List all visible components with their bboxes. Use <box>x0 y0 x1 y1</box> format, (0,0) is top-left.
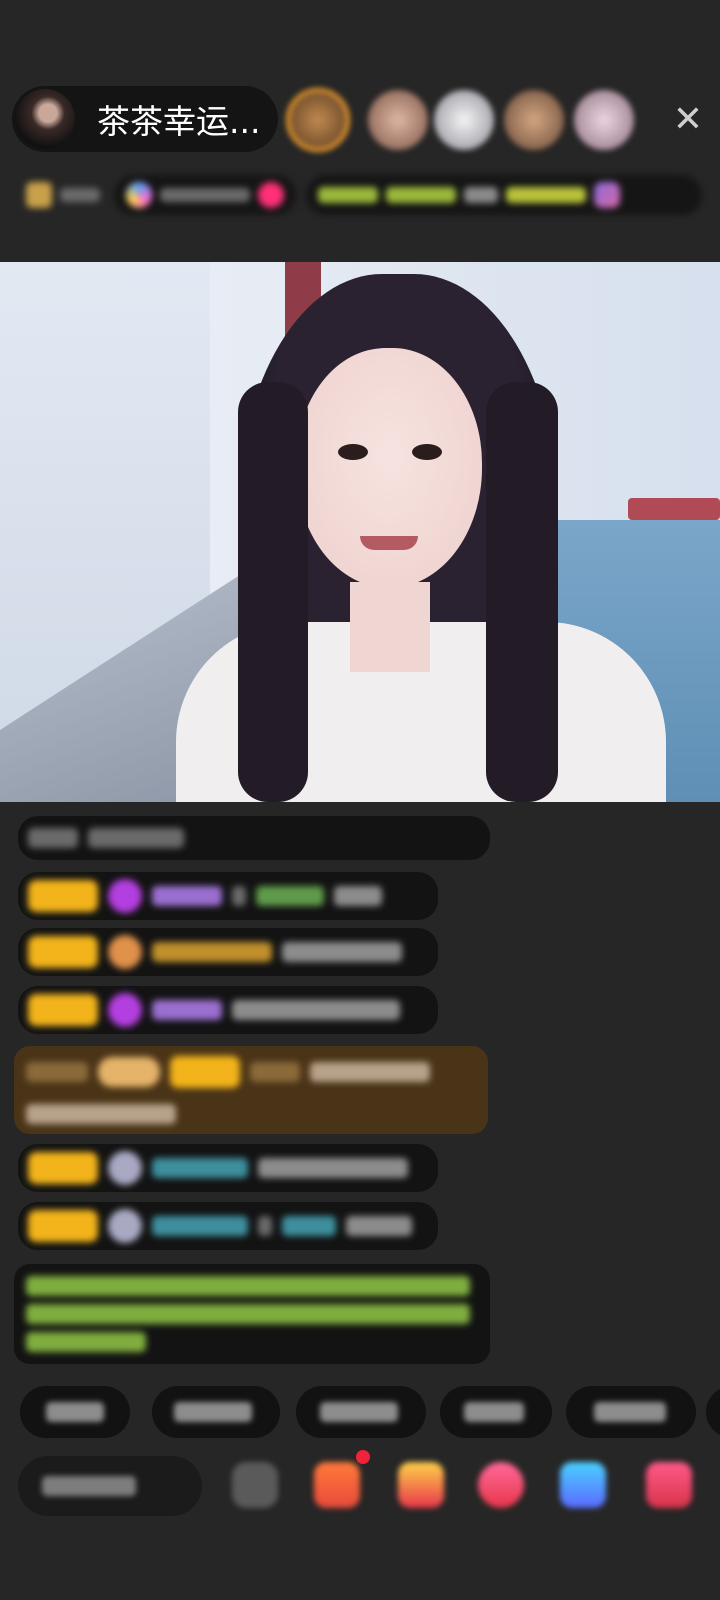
close-icon[interactable]: ✕ <box>668 100 708 140</box>
streamer-eye <box>412 444 442 460</box>
lips-icon[interactable] <box>478 1462 524 1508</box>
gem-icon <box>108 993 142 1027</box>
streamer-hair-right <box>486 382 558 802</box>
level-badge <box>28 1152 98 1184</box>
viewer-avatar[interactable] <box>286 88 350 152</box>
treasure-icon[interactable] <box>398 1462 444 1508</box>
chat-message[interactable] <box>18 986 438 1034</box>
popularity-chip[interactable] <box>114 175 296 215</box>
gift-icon[interactable] <box>646 1462 692 1508</box>
quick-reply-chip[interactable] <box>566 1386 696 1438</box>
chat-system-message <box>18 816 490 860</box>
level-badge <box>28 994 98 1026</box>
notification-dot <box>356 1450 370 1464</box>
streamer-eye <box>338 444 368 460</box>
rank-chip[interactable] <box>22 175 104 215</box>
streamer-mouth <box>360 536 418 550</box>
room-info-row[interactable] <box>22 172 702 218</box>
video-bed-rail <box>628 498 720 520</box>
level-badge <box>170 1056 240 1088</box>
host-avatar[interactable] <box>15 89 75 149</box>
chat-message[interactable] <box>18 872 438 920</box>
chat-message[interactable] <box>18 928 438 976</box>
quick-reply-chip[interactable] <box>20 1386 130 1438</box>
quick-reply-chip[interactable] <box>706 1386 720 1438</box>
chat-announcement <box>14 1264 490 1364</box>
chat-gift-message[interactable] <box>14 1046 488 1134</box>
streamer-hair-left <box>238 382 308 802</box>
gift-box-icon[interactable] <box>314 1462 360 1508</box>
streamer-face <box>296 348 482 588</box>
quick-reply-chip[interactable] <box>440 1386 552 1438</box>
quick-reply-chip[interactable] <box>296 1386 426 1438</box>
viewer-avatar[interactable] <box>434 90 494 150</box>
chat-message[interactable] <box>18 1202 438 1250</box>
viewer-avatar[interactable] <box>368 90 428 150</box>
quick-reply-chip[interactable] <box>152 1386 280 1438</box>
comment-input[interactable] <box>18 1456 202 1516</box>
streamer-neck <box>350 582 430 672</box>
host-profile-pill[interactable]: 茶茶幸运... <box>12 86 278 152</box>
level-badge <box>28 936 98 968</box>
avatar-icon <box>108 1151 142 1185</box>
viewer-avatar[interactable] <box>574 90 634 150</box>
viewer-avatar[interactable] <box>504 90 564 150</box>
heart-gem-icon <box>108 935 142 969</box>
activity-banner-chip[interactable] <box>306 175 702 215</box>
host-name[interactable]: 茶茶幸运... <box>97 95 277 143</box>
live-video-stream[interactable] <box>0 262 720 802</box>
emoji-icon[interactable] <box>232 1462 278 1508</box>
game-controller-icon[interactable] <box>560 1462 606 1508</box>
quick-reply-row <box>20 1386 720 1438</box>
chat-message[interactable] <box>18 1144 438 1192</box>
level-badge <box>28 1210 98 1242</box>
gem-icon <box>108 879 142 913</box>
avatar-icon <box>108 1209 142 1243</box>
level-badge <box>28 880 98 912</box>
